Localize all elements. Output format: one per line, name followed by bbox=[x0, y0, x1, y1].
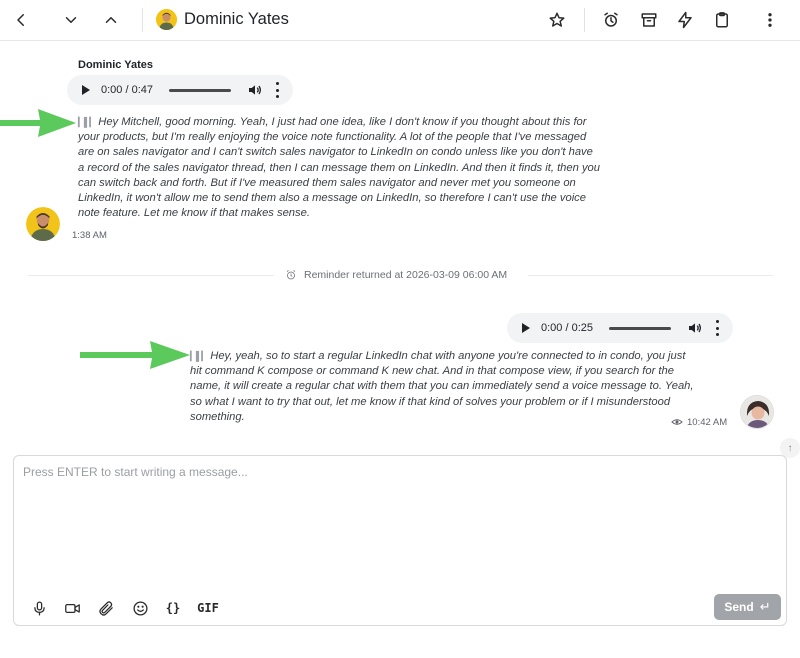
message-transcript: ▎▌▎ Hey, yeah, so to start a regular Link… bbox=[190, 349, 700, 425]
message-composer: {} GIF Send ↵ bbox=[13, 455, 787, 626]
play-icon[interactable] bbox=[82, 85, 90, 95]
audio-progress-track[interactable] bbox=[169, 88, 231, 92]
volume-icon[interactable] bbox=[687, 320, 703, 336]
waveform-icon: ▎▌▎ bbox=[190, 351, 208, 361]
divider-line bbox=[28, 275, 274, 276]
emoji-icon[interactable] bbox=[129, 597, 151, 619]
message-timestamp: 1:38 AM bbox=[72, 230, 107, 241]
message-transcript: ▎▌▎ Hey Mitchell, good morning. Yeah, I j… bbox=[78, 115, 600, 221]
audio-progress-track[interactable] bbox=[609, 326, 671, 330]
message-sender-name: Dominic Yates bbox=[78, 59, 153, 71]
user-avatar[interactable] bbox=[740, 395, 774, 429]
arrow-icon bbox=[80, 341, 190, 369]
sender-avatar[interactable] bbox=[26, 207, 60, 241]
play-icon[interactable] bbox=[522, 323, 530, 333]
more-vertical-icon[interactable] bbox=[757, 7, 783, 33]
enter-icon: ↵ bbox=[759, 599, 771, 614]
volume-icon[interactable] bbox=[247, 82, 263, 98]
back-icon[interactable] bbox=[8, 7, 34, 33]
audio-more-icon[interactable] bbox=[274, 82, 280, 98]
contact-name[interactable]: Dominic Yates bbox=[184, 9, 289, 30]
reminder-text: Reminder returned at 2026-03-09 06:00 AM bbox=[304, 269, 508, 281]
transcript-text: Hey, yeah, so to start a regular LinkedI… bbox=[190, 350, 694, 423]
message-timestamp: 10:42 AM bbox=[687, 416, 728, 428]
header-avatar[interactable] bbox=[156, 9, 177, 30]
variables-icon[interactable]: {} bbox=[162, 597, 184, 619]
gif-icon[interactable]: GIF bbox=[195, 597, 221, 619]
audio-player[interactable]: 0:00 / 0:25 bbox=[507, 313, 733, 343]
audio-player[interactable]: 0:00 / 0:47 bbox=[67, 75, 293, 105]
microphone-icon[interactable] bbox=[28, 597, 50, 619]
audio-time: 0:00 / 0:25 bbox=[541, 322, 593, 334]
waveform-icon: ▎▌▎ bbox=[78, 117, 96, 127]
star-icon[interactable] bbox=[544, 7, 570, 33]
arrow-icon bbox=[0, 109, 76, 137]
send-label: Send bbox=[724, 600, 754, 614]
clipboard-icon[interactable] bbox=[709, 7, 735, 33]
header-divider bbox=[584, 8, 585, 32]
divider-line bbox=[528, 275, 773, 276]
send-button[interactable]: Send ↵ bbox=[714, 594, 781, 620]
read-receipt: 10:42 AM bbox=[671, 416, 727, 428]
reminder-notice: Reminder returned at 2026-03-09 06:00 AM bbox=[285, 269, 507, 281]
audio-more-icon[interactable] bbox=[714, 320, 720, 336]
transcript-text: Hey Mitchell, good morning. Yeah, I just… bbox=[78, 116, 600, 220]
header-divider bbox=[142, 8, 143, 32]
conversation-header: Dominic Yates bbox=[0, 0, 800, 41]
alarm-icon[interactable] bbox=[598, 7, 624, 33]
audio-time: 0:00 / 0:47 bbox=[101, 84, 153, 96]
eye-icon bbox=[671, 419, 683, 425]
lightning-icon[interactable] bbox=[672, 7, 698, 33]
chevron-up-icon[interactable] bbox=[98, 7, 124, 33]
alarm-icon bbox=[286, 270, 296, 280]
video-icon[interactable] bbox=[61, 597, 83, 619]
attachment-icon[interactable] bbox=[95, 597, 117, 619]
archive-icon[interactable] bbox=[636, 7, 662, 33]
chevron-down-icon[interactable] bbox=[58, 7, 84, 33]
message-input[interactable] bbox=[23, 465, 763, 575]
